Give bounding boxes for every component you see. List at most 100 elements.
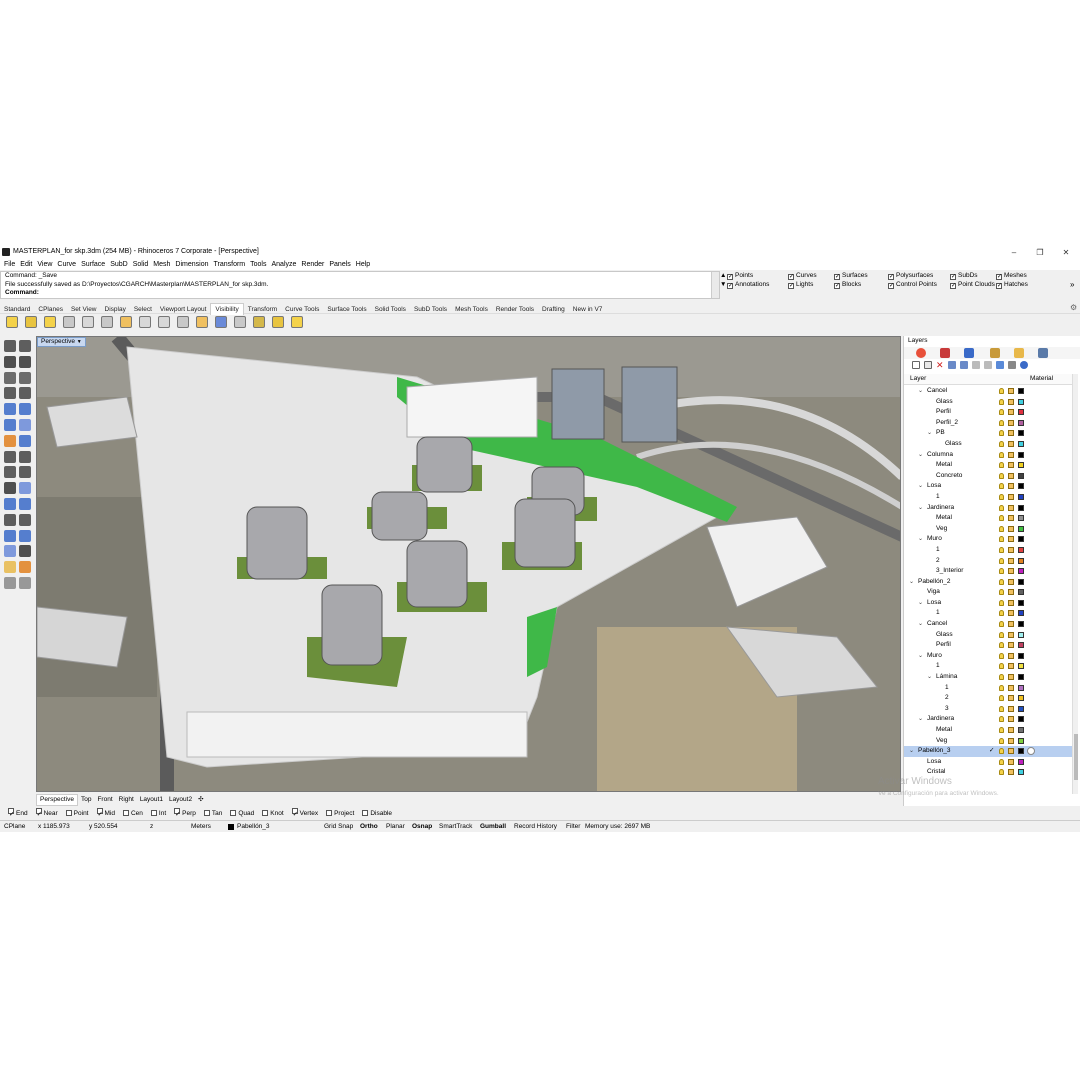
mesh-icon[interactable] (4, 561, 16, 574)
trim-icon[interactable] (4, 498, 16, 510)
layer-name[interactable]: Perfil (936, 640, 951, 650)
perspective-viewport[interactable]: Perspective ▼ (36, 336, 901, 792)
current-layer[interactable]: Pabellón_3 (237, 821, 270, 832)
properties-tab-icon[interactable] (916, 348, 926, 358)
layer-color-swatch[interactable] (1018, 472, 1024, 479)
grid-snap-toggle[interactable]: Grid Snap (324, 821, 353, 832)
layer-row[interactable]: Concreto (904, 471, 1072, 482)
osnap-toggle[interactable]: Osnap (412, 821, 432, 832)
tab-mesh-tools[interactable]: Mesh Tools (451, 304, 492, 315)
layer-name[interactable]: 1 (936, 492, 940, 502)
current-layer-check-icon[interactable]: ✓ (989, 746, 994, 756)
checkbox-icon[interactable]: ✓ (727, 274, 733, 280)
layer-color-swatch[interactable] (1018, 568, 1024, 575)
osnap-project[interactable]: Project (322, 808, 354, 819)
layers-tab-icon[interactable] (940, 348, 950, 358)
viewport-tab-layout2[interactable]: Layout2 (166, 795, 195, 805)
layer-row[interactable]: ⌄ Lámina (904, 672, 1072, 683)
hide-icon[interactable] (25, 316, 37, 328)
layer-row[interactable]: Perfil (904, 640, 1072, 651)
layer-color-swatch[interactable] (1018, 663, 1024, 670)
freeform-icon[interactable] (19, 403, 31, 416)
gumball-toggle[interactable]: Gumball (480, 821, 506, 832)
layer-name[interactable]: Glass (945, 439, 962, 449)
filters-more-button[interactable]: » (1070, 280, 1074, 289)
layer-name[interactable]: Losa (927, 598, 941, 608)
expand-chevron-icon[interactable]: ⌄ (918, 651, 923, 661)
osnap-quad[interactable]: Quad (226, 808, 254, 819)
libraries-tab-icon[interactable] (1014, 348, 1024, 358)
expand-chevron-icon[interactable]: ⌄ (918, 598, 923, 608)
checkbox-icon[interactable] (326, 810, 333, 816)
layer-row[interactable]: ⌄ PB (904, 428, 1072, 439)
tab-render-tools[interactable]: Render Tools (492, 304, 538, 315)
layer-name[interactable]: Muro (927, 651, 942, 661)
tab-new-in-v7[interactable]: New in V7 (569, 304, 607, 315)
check-icon[interactable] (19, 545, 31, 558)
filter-annotations[interactable]: ✓ Annotations (727, 281, 769, 289)
osnap-disable[interactable]: Disable (358, 808, 392, 819)
layer-color-swatch[interactable] (1018, 748, 1024, 755)
lock-icon[interactable] (1008, 610, 1014, 617)
layer-name[interactable]: Metal (936, 460, 952, 470)
checkbox-icon[interactable] (262, 810, 269, 816)
lightbulb-icon[interactable] (999, 388, 1004, 394)
lightbulb-icon[interactable] (999, 589, 1004, 596)
layer-color-swatch[interactable] (1018, 652, 1024, 659)
surface-icon[interactable] (4, 450, 16, 463)
layer-name[interactable]: Muro (927, 534, 942, 544)
expand-chevron-icon[interactable]: ⌄ (927, 428, 932, 438)
lock-icon[interactable] (1008, 674, 1014, 681)
lightbulb-icon[interactable] (999, 758, 1004, 765)
lightbulb-icon[interactable] (999, 546, 1004, 553)
render-tab-icon[interactable] (964, 348, 974, 358)
layer-name[interactable]: 1 (936, 545, 940, 555)
new-layer-icon[interactable] (912, 361, 920, 369)
lightbulb-icon[interactable] (999, 578, 1004, 585)
layer-color-swatch[interactable] (1018, 631, 1024, 638)
show-objects-icon[interactable] (253, 316, 265, 328)
lock-swap-icon[interactable] (177, 316, 189, 328)
tab-solid-tools[interactable]: Solid Tools (371, 304, 410, 315)
delete-layer-icon[interactable]: ✕ (936, 361, 944, 370)
ellipse-icon[interactable] (19, 371, 31, 384)
lightbulb-icon[interactable] (999, 610, 1004, 617)
filter-surfaces[interactable]: ✓ Surfaces (834, 272, 868, 280)
dimension-icon[interactable] (19, 513, 31, 526)
expand-chevron-icon[interactable]: ⌄ (909, 746, 914, 756)
layer-name[interactable]: Metal (936, 513, 952, 523)
layer-row[interactable]: ⌄ Columna (904, 450, 1072, 461)
menu-item-subd[interactable]: SubD (110, 259, 128, 270)
layer-row[interactable]: ⌄ Cancel (904, 619, 1072, 630)
layer-row[interactable]: ⌄ Muro (904, 651, 1072, 662)
layer-name[interactable]: Glass (936, 630, 953, 640)
layer-row[interactable]: 1 (904, 661, 1072, 672)
lock-icon[interactable] (1008, 493, 1014, 500)
polyline-icon[interactable] (4, 355, 16, 368)
lock-icon[interactable] (1008, 525, 1014, 532)
arc-icon[interactable] (4, 387, 16, 400)
layer-name[interactable]: Jardinera (927, 714, 954, 724)
curve-icon[interactable] (19, 355, 31, 368)
lock-icon[interactable] (1008, 642, 1014, 649)
layer-row[interactable]: Viga (904, 587, 1072, 598)
layer-name[interactable]: 2 (936, 556, 940, 566)
layer-name[interactable]: Pabellón_2 (918, 577, 951, 587)
units-label[interactable]: Meters (191, 821, 211, 832)
lock-icon[interactable] (1008, 504, 1014, 511)
layer-color-swatch[interactable] (1018, 769, 1024, 776)
layer-name[interactable]: Losa (927, 757, 941, 767)
lightbulb-icon[interactable] (999, 536, 1004, 543)
lightbulb-icon[interactable] (999, 440, 1004, 447)
layer-row[interactable]: 3 (904, 704, 1072, 715)
layer-color-swatch[interactable] (1018, 462, 1024, 469)
expand-chevron-icon[interactable]: ⌄ (909, 577, 914, 587)
lightbulb-icon[interactable] (999, 493, 1004, 500)
layer-color-swatch[interactable] (1018, 451, 1024, 458)
lightbulb-icon[interactable] (999, 674, 1004, 681)
filter-icon[interactable] (996, 361, 1004, 369)
lock-icon[interactable] (1008, 568, 1014, 575)
swap-hidden-icon[interactable] (63, 316, 75, 328)
menu-item-edit[interactable]: Edit (20, 259, 32, 270)
layer-name[interactable]: 1 (945, 683, 949, 693)
